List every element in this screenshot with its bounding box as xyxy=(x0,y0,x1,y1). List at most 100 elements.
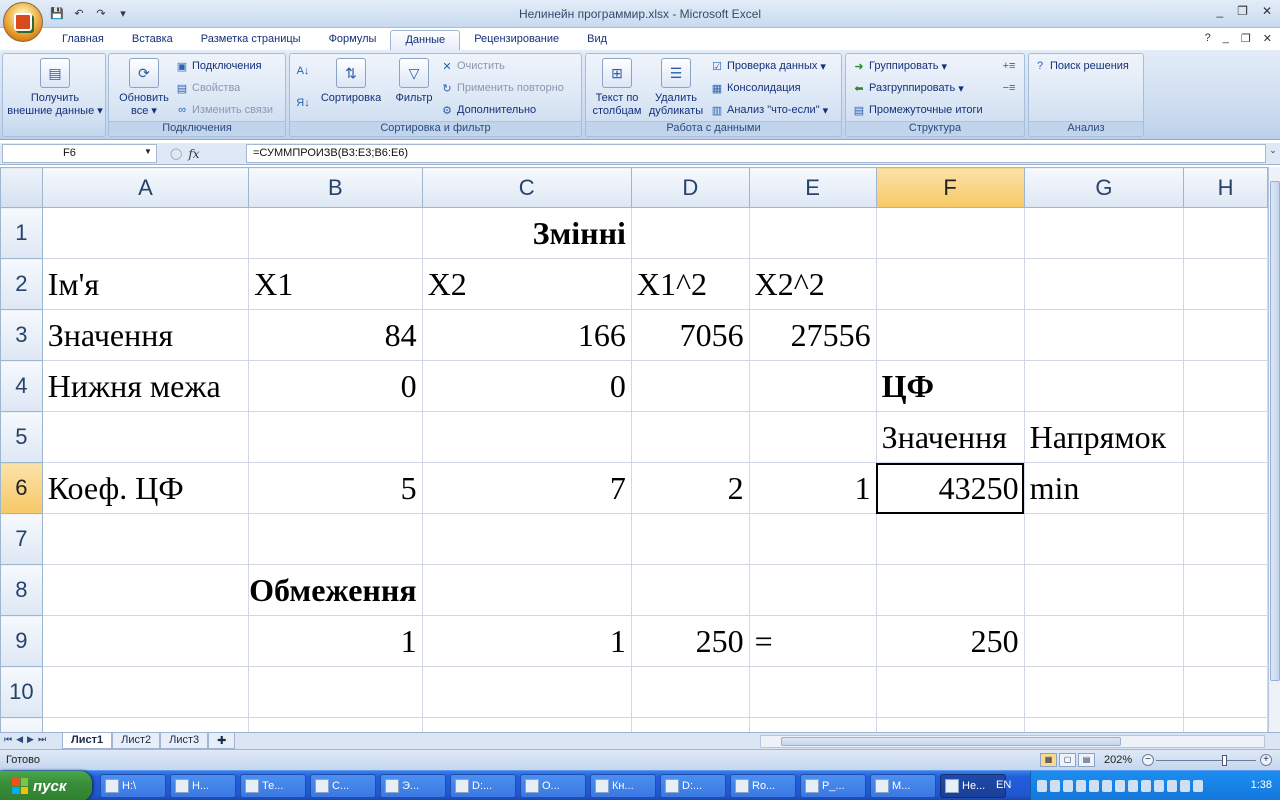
cell-D10[interactable] xyxy=(630,666,750,718)
taskbar-item[interactable]: D:... xyxy=(450,774,516,798)
vertical-scrollbar[interactable] xyxy=(1268,167,1280,732)
cell-F5[interactable]: Значення xyxy=(875,411,1025,463)
normal-view-button[interactable]: ▦ xyxy=(1040,753,1057,767)
vertical-scroll-thumb[interactable] xyxy=(1270,181,1280,681)
cell-D7[interactable] xyxy=(630,513,750,565)
remove-duplicates-button[interactable]: ☰ Удалить дубликаты xyxy=(646,58,706,118)
zoom-out-button[interactable]: − xyxy=(1142,754,1154,766)
column-header[interactable]: F xyxy=(875,167,1025,208)
cell-E10[interactable] xyxy=(748,666,877,718)
row-header[interactable]: 8 xyxy=(0,564,43,616)
tab-0[interactable]: Главная xyxy=(48,30,118,50)
cell-E9[interactable]: = xyxy=(748,615,877,667)
cell-H11[interactable] xyxy=(1183,717,1268,732)
row-header[interactable]: 3 xyxy=(0,309,43,361)
cell-E2[interactable]: X2^2 xyxy=(748,258,877,310)
column-header[interactable]: C xyxy=(421,167,632,208)
help-icon[interactable]: ? xyxy=(1205,32,1211,45)
tray-icon[interactable] xyxy=(1115,780,1125,792)
cell-G4[interactable] xyxy=(1023,360,1185,412)
workbook-close-button[interactable]: ✕ xyxy=(1263,32,1272,45)
cell-D4[interactable] xyxy=(630,360,750,412)
cell-H4[interactable] xyxy=(1183,360,1268,412)
taskbar-item[interactable]: Р_... xyxy=(800,774,866,798)
cell-F4[interactable]: ЦФ xyxy=(875,360,1025,412)
name-box-dropdown-icon[interactable]: ▼ xyxy=(144,147,152,156)
cell-C7[interactable] xyxy=(421,513,632,565)
cell-D3[interactable]: 7056 xyxy=(630,309,750,361)
cell-B7[interactable] xyxy=(248,513,423,565)
insert-sheet-icon[interactable]: ✚ xyxy=(208,733,236,749)
clear-filter-button[interactable]: ✕ Очистить xyxy=(440,59,505,73)
cell-A4[interactable]: Нижня межа xyxy=(41,360,250,412)
cell-E6[interactable]: 1 xyxy=(748,462,877,514)
cell-G2[interactable] xyxy=(1023,258,1185,310)
start-button[interactable]: пуск xyxy=(0,771,92,800)
page-break-view-button[interactable]: ▤ xyxy=(1078,753,1095,767)
taskbar-item[interactable]: Н... xyxy=(170,774,236,798)
cell-F1[interactable] xyxy=(875,207,1025,259)
cell-B10[interactable] xyxy=(248,666,423,718)
cell-B6[interactable]: 5 xyxy=(248,462,423,514)
cell-D11[interactable] xyxy=(630,717,750,732)
filter-button[interactable]: ▽ Фильтр xyxy=(388,58,440,105)
advanced-filter-button[interactable]: ⚙ Дополнительно xyxy=(440,103,536,117)
column-header[interactable]: E xyxy=(748,167,877,208)
cell-F2[interactable] xyxy=(875,258,1025,310)
row-header[interactable]: 5 xyxy=(0,411,43,463)
sheet-tab-1[interactable]: Лист1 xyxy=(62,733,113,749)
cell-A10[interactable] xyxy=(41,666,250,718)
page-layout-view-button[interactable]: ▢ xyxy=(1059,753,1076,767)
insert-function-button[interactable]: fx xyxy=(188,147,199,161)
cell-F8[interactable] xyxy=(875,564,1025,616)
language-indicator[interactable]: EN xyxy=(996,779,1011,791)
cell-G8[interactable] xyxy=(1023,564,1185,616)
zoom-track[interactable] xyxy=(1156,760,1256,761)
hide-detail-button[interactable]: −≡ xyxy=(1002,81,1016,95)
sort-button[interactable]: ⇅ Сортировка xyxy=(316,58,386,105)
zoom-slider[interactable]: − + xyxy=(1142,754,1272,767)
cell-H2[interactable] xyxy=(1183,258,1268,310)
tray-icon[interactable] xyxy=(1128,780,1138,792)
prev-sheet-icon[interactable]: ◀ xyxy=(16,734,23,745)
cell-F3[interactable] xyxy=(875,309,1025,361)
cell-F7[interactable] xyxy=(875,513,1025,565)
reapply-button[interactable]: ↻ Применить повторно xyxy=(440,81,564,95)
cell-D9[interactable]: 250 xyxy=(630,615,750,667)
taskbar-item[interactable]: D:... xyxy=(660,774,726,798)
tab-1[interactable]: Вставка xyxy=(118,30,187,50)
taskbar-item[interactable]: Ro... xyxy=(730,774,796,798)
taskbar-item[interactable]: О... xyxy=(520,774,586,798)
cell-E8[interactable] xyxy=(748,564,877,616)
cell-G5[interactable]: Напрямок xyxy=(1023,411,1185,463)
formula-cancel-icon[interactable]: ◯ xyxy=(170,147,182,160)
consolidate-button[interactable]: ▦ Консолидация xyxy=(710,81,801,95)
minimize-button[interactable]: _ xyxy=(1216,4,1223,18)
cell-G9[interactable] xyxy=(1023,615,1185,667)
cell-H5[interactable] xyxy=(1183,411,1268,463)
row-header[interactable]: 11 xyxy=(0,717,43,732)
show-detail-button[interactable]: +≡ xyxy=(1002,59,1016,73)
cell-H9[interactable] xyxy=(1183,615,1268,667)
cell-C1[interactable]: Змінні xyxy=(421,207,632,259)
tab-6[interactable]: Вид xyxy=(573,30,621,50)
zoom-in-button[interactable]: + xyxy=(1260,754,1272,766)
cell-D2[interactable]: X1^2 xyxy=(630,258,750,310)
sheet-tab-3[interactable]: Лист3 xyxy=(160,733,209,749)
cell-D5[interactable] xyxy=(630,411,750,463)
column-header[interactable]: D xyxy=(630,167,750,208)
cell-A2[interactable]: Ім'я xyxy=(41,258,250,310)
cell-B4[interactable]: 0 xyxy=(248,360,423,412)
row-header[interactable]: 7 xyxy=(0,513,43,565)
maximize-button[interactable]: ❐ xyxy=(1237,4,1248,18)
taskbar-item[interactable]: М... xyxy=(870,774,936,798)
cell-B9[interactable]: 1 xyxy=(248,615,423,667)
cell-E5[interactable] xyxy=(748,411,877,463)
refresh-all-button[interactable]: ⟳ Обновить все ▾ xyxy=(113,58,175,118)
tab-2[interactable]: Разметка страницы xyxy=(187,30,315,50)
cell-E11[interactable] xyxy=(748,717,877,732)
cell-C8[interactable] xyxy=(421,564,632,616)
cell-G11[interactable] xyxy=(1023,717,1185,732)
column-header[interactable]: G xyxy=(1023,167,1185,208)
cell-E4[interactable] xyxy=(748,360,877,412)
